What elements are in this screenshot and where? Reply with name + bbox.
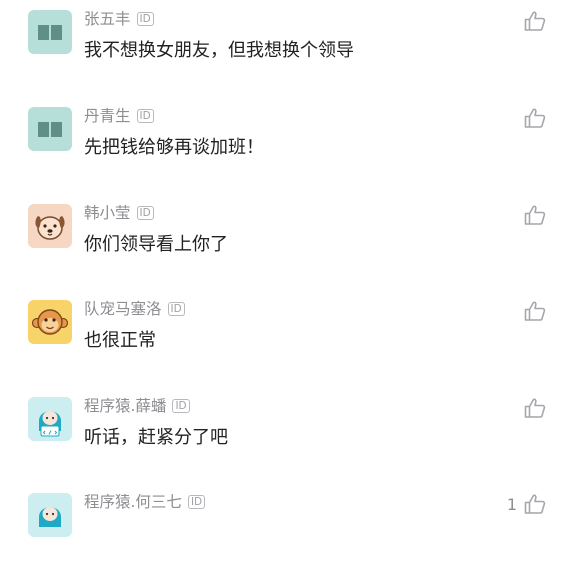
id-badge: ID — [187, 495, 206, 509]
thumbs-up-icon — [523, 492, 547, 516]
like-button[interactable] — [517, 395, 547, 421]
id-badge: ID — [136, 206, 154, 220]
username[interactable]: 韩小莹 — [84, 202, 131, 224]
book-icon — [28, 10, 72, 54]
name-row: 丹青生 ID — [84, 105, 154, 127]
thumbs-up-icon — [523, 106, 547, 130]
username[interactable]: 丹青生 — [84, 105, 131, 127]
name-row: 张五丰 ID — [84, 8, 154, 30]
like-button[interactable] — [517, 202, 547, 228]
book-icon — [28, 107, 72, 151]
comment-item: 队宠马塞洛 ID 也很正常 — [0, 290, 571, 386]
programmer-icon — [28, 397, 72, 441]
comment-list: 张五丰 ID 我不想换女朋友，但我想换个领导 丹青生 ID 先把钱给够再谈加班！ — [0, 0, 571, 537]
name-row: 韩小莹 ID — [84, 202, 154, 224]
comment-item: 程序猿.何三七 ID 1 — [0, 483, 571, 579]
thumbs-up-icon — [523, 203, 547, 227]
programmer-icon — [28, 493, 72, 537]
comment-text: 也很正常 — [84, 330, 156, 351]
username[interactable]: 程序猿.薛蟠 — [84, 395, 166, 417]
avatar[interactable] — [28, 107, 72, 151]
like-button[interactable] — [517, 298, 547, 324]
avatar[interactable] — [28, 204, 72, 248]
username[interactable]: 队宠马塞洛 — [84, 298, 162, 320]
id-badge: ID — [136, 12, 154, 26]
comment-text: 你们领导看上你了 — [84, 234, 228, 255]
name-row: 程序猿.薛蟠 ID — [84, 395, 190, 417]
name-row: 队宠马塞洛 ID — [84, 298, 185, 320]
like-count: 1 — [506, 494, 517, 514]
id-badge: ID — [136, 109, 154, 123]
id-badge: ID — [172, 399, 190, 413]
monkey-icon — [28, 300, 72, 344]
avatar[interactable] — [28, 397, 72, 441]
like-button[interactable]: 1 — [507, 491, 547, 517]
username[interactable]: 张五丰 — [84, 8, 131, 30]
comment-text: 我不想换女朋友，但我想换个领导 — [84, 40, 354, 61]
comment-text: 先把钱给够再谈加班！ — [84, 137, 264, 158]
username[interactable]: 程序猿.何三七 — [84, 491, 182, 513]
dog-icon — [28, 204, 72, 248]
comment-item: 程序猿.薛蟠 ID 听话，赶紧分了吧 — [0, 387, 571, 483]
thumbs-up-icon — [523, 9, 547, 33]
like-button[interactable] — [517, 105, 547, 131]
comment-item: 韩小莹 ID 你们领导看上你了 — [0, 194, 571, 290]
like-button[interactable] — [517, 8, 547, 34]
id-badge: ID — [167, 302, 185, 316]
thumbs-up-icon — [523, 396, 547, 420]
comment-text: 听话，赶紧分了吧 — [84, 427, 228, 448]
comment-item: 张五丰 ID 我不想换女朋友，但我想换个领导 — [0, 0, 571, 96]
avatar[interactable] — [28, 300, 72, 344]
thumbs-up-icon — [523, 299, 547, 323]
avatar[interactable] — [28, 493, 72, 537]
name-row: 程序猿.何三七 ID — [84, 491, 206, 513]
comment-item: 丹青生 ID 先把钱给够再谈加班！ — [0, 97, 571, 193]
avatar[interactable] — [28, 10, 72, 54]
